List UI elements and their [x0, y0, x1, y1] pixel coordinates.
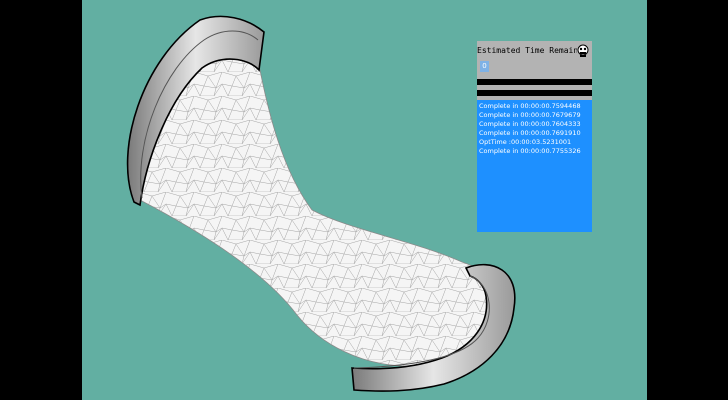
- progress-bar-2: [477, 90, 592, 96]
- progress-window-title: Estimated Time Remaini: [477, 46, 577, 55]
- log-line: Complete in 00:00:00.7594468: [479, 102, 581, 110]
- log-line: Complete in 00:00:00.7679679: [479, 111, 581, 119]
- log-output-area[interactable]: Complete in 00:00:00.7594468 Complete in…: [477, 100, 592, 232]
- progress-percent: 0: [480, 61, 489, 72]
- log-line: Complete in 00:00:00.7691910: [479, 129, 581, 137]
- robot-face-icon: [577, 43, 589, 57]
- progress-window: Estimated Time Remaini 0 Complete in 00:…: [477, 41, 592, 232]
- log-line: Complete in 00:00:00.7755326: [479, 147, 581, 155]
- log-line: Complete in 00:00:00.7604333: [479, 120, 581, 128]
- progress-bar-1: [477, 79, 592, 85]
- log-line: OptTime :00:00:03.5231001: [479, 138, 572, 146]
